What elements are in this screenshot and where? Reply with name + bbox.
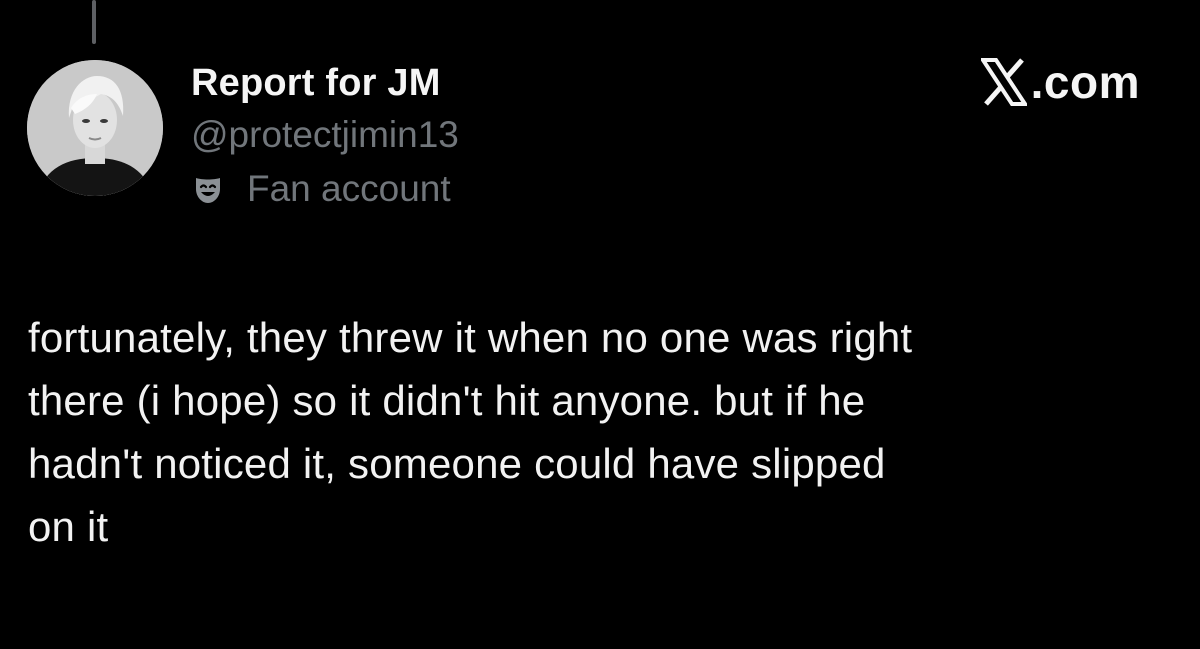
post-header: Report for JM @protectjimin13 Fan accoun… <box>191 60 459 216</box>
post-text-line: hadn't noticed it, someone could have sl… <box>28 440 886 487</box>
theater-mask-icon <box>191 172 225 206</box>
x-logo-icon <box>978 58 1029 106</box>
brand-watermark: .com <box>978 56 1140 108</box>
brand-domain-text: .com <box>1030 56 1140 108</box>
post-text-line: fortunately, they threw it when no one w… <box>28 314 913 361</box>
post-text: fortunately, they threw it when no one w… <box>28 306 1168 558</box>
thread-connector-line <box>92 0 96 44</box>
avatar-image <box>27 60 163 196</box>
account-label-text: Fan account <box>247 168 451 209</box>
post-text-line: on it <box>28 503 109 550</box>
user-handle[interactable]: @protectjimin13 <box>191 108 459 162</box>
post-text-line: there (i hope) so it didn't hit anyone. … <box>28 377 866 424</box>
avatar[interactable] <box>27 60 163 196</box>
account-label: Fan account <box>191 162 459 216</box>
display-name[interactable]: Report for JM <box>191 60 459 106</box>
